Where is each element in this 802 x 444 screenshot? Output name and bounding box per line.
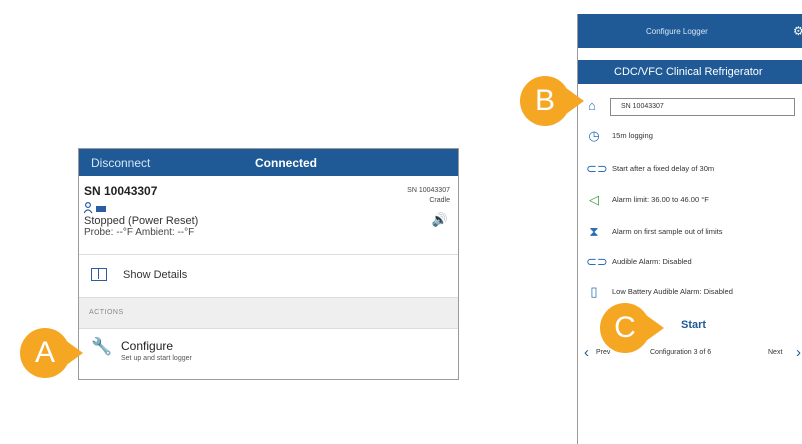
battery-icon: ▯	[590, 284, 598, 299]
thermometer-icon: ◁	[589, 192, 599, 207]
setting-row-logging[interactable]: ◷ 15m logging	[578, 126, 802, 148]
device-icons	[83, 201, 450, 214]
serial-field[interactable]: SN 10043307	[610, 98, 795, 116]
tag-icon: ⌂	[588, 98, 596, 113]
configure-logger-panel: Configure Logger ⚙ CDC/VFC Clinical Refr…	[577, 14, 802, 444]
configure-row[interactable]: 🔧 Configure Set up and start logger	[79, 329, 458, 379]
configure-topbar: Configure Logger ⚙	[578, 14, 802, 48]
setting-row-audible-alarm[interactable]: ⊂⊃ Audible Alarm: Disabled	[578, 252, 802, 274]
gear-icon[interactable]: ⚙	[793, 24, 802, 38]
setting-text: 15m logging	[612, 131, 653, 140]
prev-button[interactable]: Prev	[596, 349, 610, 356]
device-panel: Disconnect Connected SN 10043307 Stopped…	[78, 148, 459, 380]
speaker-icon: ⊂⊃	[586, 254, 608, 269]
device-serial-small: SN 10043307	[407, 187, 450, 194]
configure-topbar-title: Configure Logger	[646, 27, 708, 36]
configure-subtitle: Set up and start logger	[121, 355, 192, 362]
link-icon: ⊂⊃	[586, 161, 608, 176]
page-indicator: Configuration 3 of 6	[650, 349, 712, 356]
setting-row-alarm-first-sample[interactable]: ⧗ Alarm on first sample out of limits	[578, 222, 802, 244]
setting-row-start-delay[interactable]: ⊂⊃ Start after a fixed delay of 30m	[578, 159, 802, 181]
chevron-left-icon[interactable]: ‹	[584, 344, 589, 361]
profile-name: CDC/VFC Clinical Refrigerator	[614, 66, 763, 78]
next-button[interactable]: Next	[768, 349, 782, 356]
details-icon	[91, 268, 107, 281]
wrench-icon: 🔧	[91, 337, 113, 356]
chevron-right-icon[interactable]: ›	[796, 344, 801, 361]
device-serial-right: SN 10043307 Cradle	[407, 186, 450, 206]
device-state: Stopped (Power Reset)	[84, 215, 199, 227]
setting-row-alarm-limit[interactable]: ◁ Alarm limit: 36.00 to 46.00 °F	[578, 190, 802, 212]
setting-text: Audible Alarm: Disabled	[612, 257, 692, 266]
setting-text: Alarm on first sample out of limits	[612, 227, 723, 236]
device-topbar: Disconnect Connected	[79, 149, 458, 176]
marker-c: C	[600, 303, 650, 353]
device-serial: SN 10043307	[84, 184, 158, 198]
serial-field-value: SN 10043307	[621, 103, 664, 110]
profile-name-bar: CDC/VFC Clinical Refrigerator	[578, 60, 802, 84]
speaker-icon: 🔊	[431, 212, 448, 227]
disconnect-button[interactable]: Disconnect	[91, 156, 150, 170]
marker-a: A	[20, 328, 70, 378]
hourglass-icon: ⧗	[589, 224, 599, 239]
setting-row-low-battery[interactable]: ▯ Low Battery Audible Alarm: Disabled	[578, 282, 802, 304]
show-details-row[interactable]: Show Details	[79, 254, 458, 298]
setting-text: Low Battery Audible Alarm: Disabled	[612, 287, 733, 296]
probe-ambient-readout: Probe: --°F Ambient: --°F	[84, 227, 195, 238]
clock-icon: ◷	[588, 128, 600, 143]
cradle-label: Cradle	[429, 197, 450, 204]
device-info[interactable]: SN 10043307 Stopped (Power Reset) Probe:…	[79, 176, 458, 254]
start-button[interactable]: Start	[681, 319, 706, 331]
marker-b: B	[520, 76, 570, 126]
setting-text: Start after a fixed delay of 30m	[612, 164, 715, 173]
device-status-icons	[83, 201, 106, 214]
connection-status: Connected	[255, 156, 318, 170]
configure-title: Configure	[121, 339, 174, 353]
show-details-label: Show Details	[123, 269, 188, 281]
actions-header-label: ACTIONS	[89, 309, 124, 316]
actions-header: ACTIONS	[79, 298, 458, 329]
setting-text: Alarm limit: 36.00 to 46.00 °F	[612, 195, 709, 204]
